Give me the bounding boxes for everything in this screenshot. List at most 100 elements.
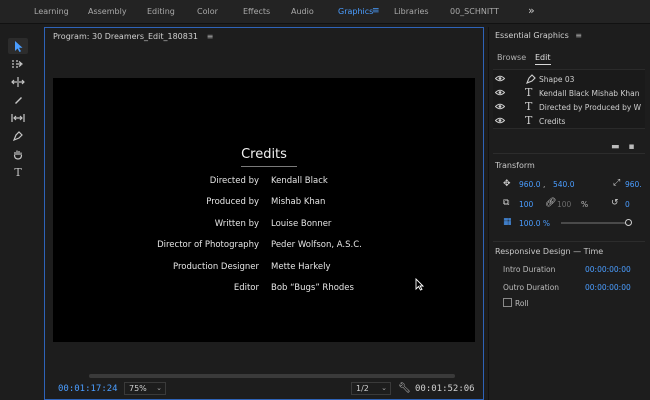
duration-timecode: 00:01:52:06 — [415, 384, 475, 394]
hand-tool-icon[interactable] — [8, 146, 28, 162]
position-separator: , — [543, 180, 546, 189]
pen-shape-icon — [526, 74, 536, 84]
layer-name: Directed by Produced by Writ... — [539, 103, 641, 112]
rotation-value[interactable]: 0 — [625, 200, 630, 209]
credit-person: Bob “Bugs” Rhodes — [271, 283, 354, 293]
new-layer-icon[interactable]: ▪ — [628, 142, 634, 152]
scale-unit: % — [581, 200, 589, 209]
credit-person: Louise Bonner — [271, 219, 332, 229]
opacity-slider[interactable] — [561, 222, 631, 224]
section-divider — [493, 153, 645, 154]
essential-graphics-panel: Essential Graphics ≡ Browse Edit Shape 0… — [488, 27, 650, 400]
type-tool-icon[interactable]: T — [8, 164, 28, 180]
razor-tool-icon[interactable] — [8, 92, 28, 108]
roll-label: Roll — [515, 299, 529, 308]
credit-role: Produced by — [206, 197, 259, 207]
opacity-icon: ▦ — [503, 217, 512, 227]
wrench-icon[interactable]: 🔧︎ — [398, 383, 411, 394]
text-layer-icon: T — [525, 114, 533, 127]
zoom-level-select[interactable]: 75% ⌄ — [124, 382, 166, 395]
intro-duration-value[interactable]: 00:00:00:00 — [585, 265, 631, 274]
position-x-value[interactable]: 960.0 — [519, 180, 540, 189]
slip-tool-icon[interactable] — [8, 110, 28, 126]
video-frame[interactable]: Credits Directed by Kendall Black Produc… — [53, 78, 475, 342]
panel-menu-icon[interactable]: ≡ — [207, 32, 214, 41]
workspace-tab-editing[interactable]: Editing — [147, 7, 175, 16]
tab-edit[interactable]: Edit — [535, 53, 551, 65]
credit-role: Director of Photography — [157, 240, 259, 250]
responsive-design-title: Responsive Design — Time — [495, 247, 604, 256]
credits-divider — [241, 166, 297, 167]
outro-duration-label: Outro Duration — [503, 283, 560, 292]
workspace-tab-graphics[interactable]: Graphics — [338, 7, 373, 16]
new-group-icon[interactable]: ▬ — [611, 142, 620, 152]
playback-resolution-select[interactable]: 1/2 ⌄ — [351, 382, 391, 395]
workspace-tab-audio[interactable]: Audio — [291, 7, 314, 16]
scale-width-value[interactable]: 100 — [519, 200, 533, 209]
opacity-slider-handle[interactable] — [625, 219, 632, 226]
anchor-point-icon: ⤢ — [613, 178, 621, 188]
rotation-icon: ↺ — [611, 198, 619, 208]
playhead-timecode[interactable]: 00:01:17:24 — [58, 384, 118, 394]
workspace-menu-icon[interactable]: ≡ — [372, 6, 380, 16]
credit-role: Directed by — [209, 176, 259, 186]
credit-person: Kendall Black — [271, 176, 328, 186]
monitor-scrollbar-thumb[interactable] — [89, 374, 455, 378]
position-icon: ✥ — [503, 179, 511, 189]
workspace-tab-assembly[interactable]: Assembly — [88, 7, 127, 16]
outro-duration-value[interactable]: 00:00:00:00 — [585, 283, 631, 292]
layer-name: Shape 03 — [539, 75, 575, 84]
ripple-edit-tool-icon[interactable] — [8, 74, 28, 90]
essential-graphics-title: Essential Graphics ≡ — [495, 31, 582, 40]
workspace-tab-libraries[interactable]: Libraries — [394, 7, 429, 16]
more-workspaces-icon[interactable]: » — [528, 4, 535, 17]
layer-item[interactable]: Shape 03 — [493, 73, 645, 87]
credits-title: Credits — [241, 147, 287, 162]
anchor-x-value[interactable]: 960. — [625, 180, 642, 189]
pen-tool-icon[interactable] — [8, 128, 28, 144]
program-monitor-panel: Program: 30 Dreamers_Edit_180831 ≡ Credi… — [44, 27, 484, 400]
eye-icon[interactable] — [495, 89, 505, 96]
layer-item[interactable]: T Kendall Black Mishab Khan L... — [493, 86, 645, 101]
transform-section-title: Transform — [495, 161, 535, 170]
position-y-value[interactable]: 540.0 — [553, 180, 574, 189]
workspace-tab-00-schnitt[interactable]: 00_SCHNITT — [450, 7, 499, 16]
eye-icon[interactable] — [495, 103, 505, 110]
text-layer-icon: T — [525, 86, 533, 99]
credit-role: Production Designer — [173, 262, 259, 272]
credit-person: Mishab Khan — [271, 197, 326, 207]
panel-menu-icon[interactable]: ≡ — [575, 31, 582, 40]
roll-checkbox[interactable] — [503, 298, 512, 307]
zoom-level-value: 75% — [129, 384, 147, 393]
workspace-bar: Learning Assembly Editing Color Effects … — [0, 0, 650, 24]
opacity-value[interactable]: 100.0 % — [519, 219, 550, 228]
selection-tool-icon[interactable] — [8, 38, 28, 54]
credit-role: Written by — [214, 219, 259, 229]
intro-duration-label: Intro Duration — [503, 265, 556, 274]
program-monitor-title: Program: 30 Dreamers_Edit_180831 ≡ — [53, 32, 213, 41]
mouse-pointer-icon — [415, 278, 424, 291]
chevron-down-icon: ⌄ — [156, 384, 162, 392]
credit-role: Editor — [233, 283, 259, 293]
monitor-scrollbar[interactable] — [89, 374, 455, 378]
workspace-tab-learning[interactable]: Learning — [34, 7, 69, 16]
track-select-tool-icon[interactable] — [8, 56, 28, 72]
link-icon[interactable]: 🔗︎ — [545, 198, 556, 208]
section-divider — [493, 241, 645, 242]
essential-graphics-title-text: Essential Graphics — [495, 31, 569, 40]
eye-icon[interactable] — [495, 75, 505, 82]
workspace-tab-effects[interactable]: Effects — [243, 7, 270, 16]
layer-item[interactable]: T Credits — [493, 114, 645, 129]
eye-icon[interactable] — [495, 117, 505, 124]
scale-height-value[interactable]: 100 — [557, 200, 571, 209]
credit-person: Mette Harkely — [271, 262, 331, 272]
text-layer-icon: T — [525, 100, 533, 113]
layer-item[interactable]: T Directed by Produced by Writ... — [493, 100, 645, 115]
chevron-down-icon: ⌄ — [381, 384, 387, 392]
tools-panel: T — [0, 26, 36, 400]
workspace-tab-color[interactable]: Color — [197, 7, 218, 16]
layer-name: Kendall Black Mishab Khan L... — [539, 89, 641, 98]
playback-resolution-value: 1/2 — [356, 384, 369, 393]
tab-browse[interactable]: Browse — [497, 53, 526, 62]
layer-actions: ▬ ▪ — [611, 142, 635, 152]
